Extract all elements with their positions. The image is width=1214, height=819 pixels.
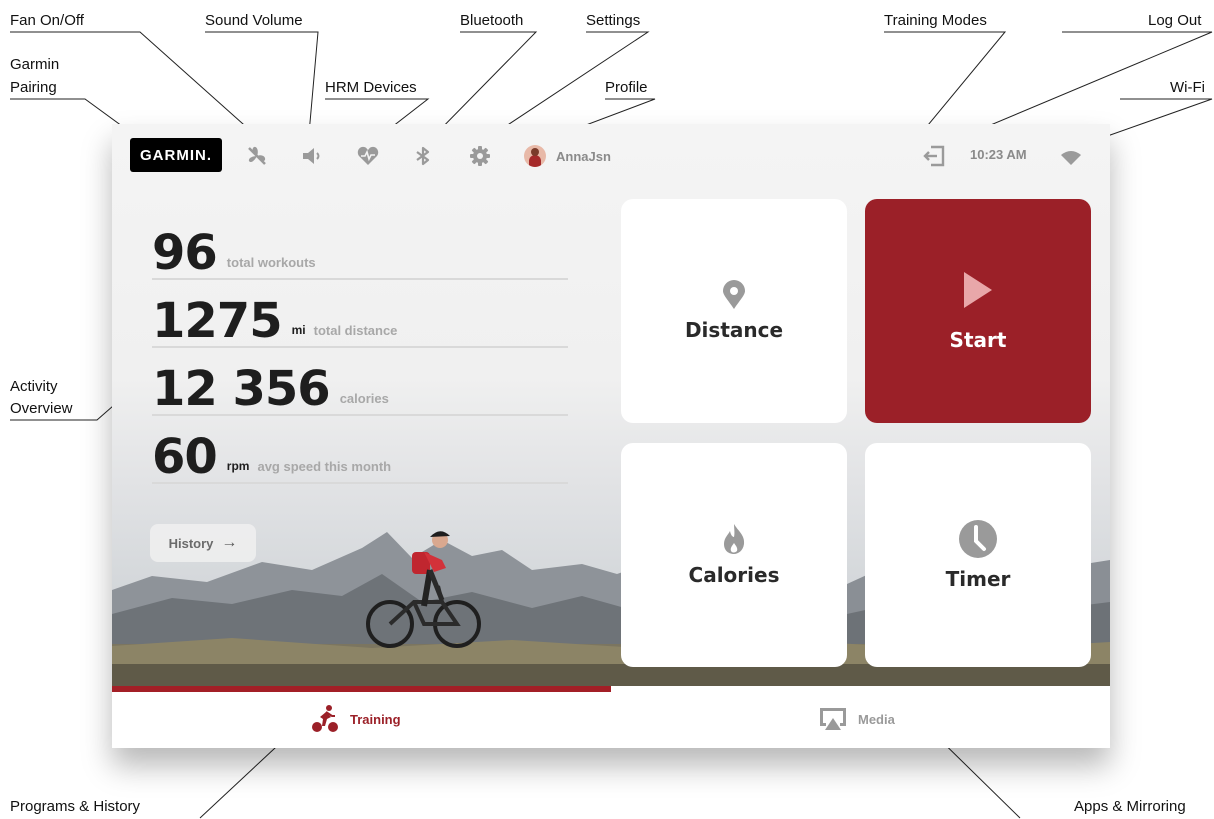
nav-training-label: Training: [350, 711, 401, 727]
callout-fan: Fan On/Off: [10, 12, 84, 29]
cyclist-icon: [312, 705, 338, 732]
bluetooth-icon[interactable]: [412, 145, 434, 167]
stat-total-workouts: 96 total workouts: [152, 222, 568, 280]
profile-name: AnnaJsn: [556, 148, 611, 164]
callout-garmin-pairing-line2: Pairing: [10, 79, 57, 96]
device-screen: GARMIN. AnnaJsn 10:23 AM 96 total workou…: [112, 124, 1110, 748]
callout-activity-overview-line2: Overview: [10, 400, 73, 417]
logout-icon[interactable]: [923, 145, 945, 167]
stat-value: 60: [152, 429, 218, 485]
heart-rate-icon[interactable]: [357, 145, 379, 167]
garmin-pairing-button[interactable]: GARMIN.: [130, 138, 222, 172]
arrow-right-icon: →: [221, 534, 238, 551]
nav-training[interactable]: Training: [310, 704, 401, 734]
tile-distance[interactable]: Distance: [621, 199, 847, 423]
stat-avg-speed: 60 rpm avg speed this month: [152, 426, 568, 484]
callout-log-out: Log Out: [1148, 12, 1202, 29]
profile-button[interactable]: AnnaJsn: [524, 144, 611, 168]
wifi-icon[interactable]: [1060, 148, 1082, 170]
tile-label: Distance: [684, 318, 784, 342]
stat-total-distance: 1275 mi total distance: [152, 290, 568, 348]
gear-icon[interactable]: [469, 145, 491, 167]
stat-value: 12 356: [152, 361, 331, 417]
callout-garmin-pairing-line1: Garmin: [10, 56, 60, 73]
history-button[interactable]: History →: [150, 524, 256, 562]
avatar: [524, 145, 546, 167]
stat-label: calories: [339, 391, 389, 406]
stat-value: 96: [152, 225, 218, 281]
map-pin-icon: [723, 280, 745, 309]
clock-time: 10:23 AM: [970, 147, 1027, 162]
callout-profile: Profile: [605, 79, 648, 96]
tile-calories[interactable]: Calories: [621, 443, 847, 667]
stat-calories: 12 356 calories: [152, 358, 568, 416]
stat-unit: mi: [291, 323, 306, 337]
history-button-label: History: [168, 535, 214, 551]
speaker-icon[interactable]: [300, 145, 322, 167]
stat-label: avg speed this month: [257, 459, 392, 474]
callout-settings: Settings: [586, 12, 641, 29]
stat-value: 1275: [152, 293, 283, 349]
tile-timer[interactable]: Timer: [865, 443, 1091, 667]
flame-icon: [724, 524, 745, 554]
screen-mirror-icon: [820, 708, 846, 730]
nav-media[interactable]: Media: [818, 704, 895, 734]
callout-programs-history: Programs & History: [10, 798, 141, 815]
callout-wifi: Wi-Fi: [1170, 79, 1205, 96]
tile-label: Timer: [945, 567, 1011, 591]
top-bar: GARMIN. AnnaJsn 10:23 AM: [112, 124, 1110, 188]
tile-label: Calories: [688, 563, 780, 587]
callout-apps-mirroring: Apps & Mirroring: [1074, 798, 1186, 815]
callout-hrm-devices: HRM Devices: [325, 79, 417, 96]
tile-label: Start: [949, 328, 1007, 352]
callout-training-modes: Training Modes: [884, 12, 987, 29]
callout-sound-volume: Sound Volume: [205, 12, 303, 29]
garmin-logo-text: GARMIN.: [140, 146, 212, 164]
stat-unit: rpm: [226, 459, 250, 473]
bottom-nav: Training Media: [112, 692, 1110, 748]
stat-label: total distance: [313, 323, 398, 338]
callout-activity-overview-line1: Activity: [10, 378, 58, 395]
stat-label: total workouts: [226, 255, 316, 270]
nav-media-label: Media: [858, 711, 895, 727]
clock-icon: [959, 520, 997, 558]
tile-start[interactable]: Start: [865, 199, 1091, 423]
fan-off-icon[interactable]: [246, 145, 268, 167]
play-icon: [964, 272, 992, 308]
callout-bluetooth: Bluetooth: [460, 12, 524, 29]
